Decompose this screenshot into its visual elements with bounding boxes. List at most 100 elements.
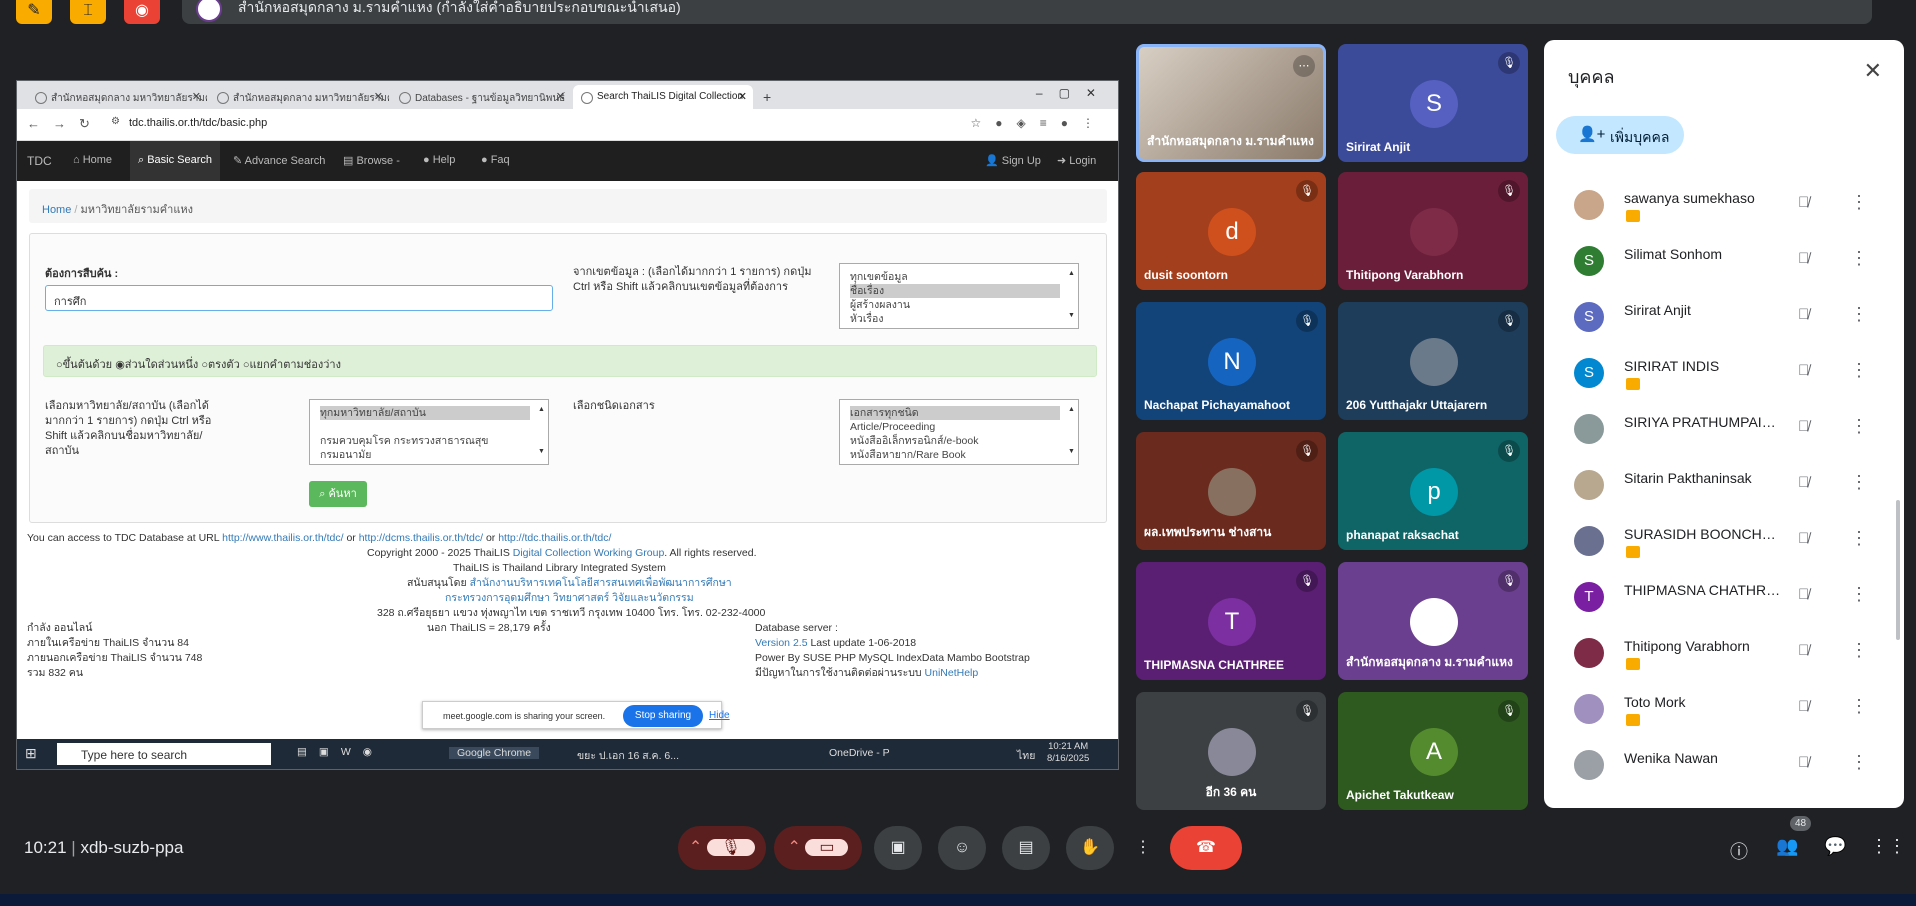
url-field[interactable]: tdc.thailis.or.th/tdc/basic.php [129,117,267,129]
scrollbar[interactable]: ▲ ▼ [1068,267,1076,328]
participant-tile[interactable]: N 🎙 Nachapat Pichayamahoot [1136,302,1326,420]
participant-tile[interactable]: S 🎙 Sirirat Anjit [1338,44,1528,162]
taskbar-search[interactable]: Type here to search [57,743,271,765]
annotate-icon[interactable]: ✎ [16,0,52,24]
more-options-icon[interactable]: ⋮ [1850,360,1868,381]
close-icon[interactable]: ✕ [192,90,201,103]
radio-contains[interactable]: ◉ส่วนใดส่วนหนึ่ง [115,359,198,371]
site-info-icon[interactable]: ⚙ [111,116,120,127]
people-row[interactable]: S Silimat Sonhom 🎙̸ ⋮ [1544,232,1888,288]
record-icon[interactable]: ◉ [124,0,160,24]
browser-tab[interactable]: สำนักหอสมุดกลาง มหาวิทยาลัยรามคำ ✕ [27,85,207,109]
participant-tile[interactable]: 🎙 206 Yutthajakr Uttajarern [1338,302,1528,420]
mic-button[interactable]: ⌃ 🎙 [678,826,766,870]
people-row[interactable]: S Sirirat Anjit 🎙̸ ⋮ [1544,288,1888,344]
emoji-icon[interactable]: ☺ [938,826,986,870]
search-button[interactable]: ⌕ ค้นหา [309,481,367,507]
scrollbar[interactable] [1896,500,1900,640]
more-options-icon[interactable]: ⋯ [1293,55,1315,77]
raise-hand-icon[interactable]: ✋ [1066,826,1114,870]
scrollbar[interactable]: ▲ ▼ [1068,403,1076,464]
hide-link[interactable]: Hide [709,710,730,721]
more-options-icon[interactable]: ⋮ [1850,584,1868,605]
pinned-app-icons[interactable]: ▤▣W◉ [297,746,384,758]
browser-tab[interactable]: Databases - ฐานข้อมูลวิทยานิพนธ์ ✕ [391,85,571,109]
people-icon[interactable]: 👥 [1776,836,1798,857]
back-icon[interactable]: ← [27,116,40,131]
copyright-link[interactable]: Digital Collection Working Group [513,547,665,559]
radio-exact[interactable]: ○ตรงตัว [201,359,239,371]
participant-tile[interactable]: T 🎙 THIPMASNA CHATHREE [1136,562,1326,680]
people-row[interactable]: sawanya sumekhaso 🎙̸ ⋮ [1544,176,1888,232]
footer-link[interactable]: http://dcms.thailis.or.th/tdc/ [359,532,483,544]
people-row[interactable]: S SIRIRAT INDIS 🎙̸ ⋮ [1544,344,1888,400]
more-options-icon[interactable]: ⋮ [1850,752,1868,773]
taskbar-doc[interactable]: ขยะ ป.เอก 16 ส.ค. 6... [577,747,679,764]
people-row[interactable]: SIRIYA PRATHUMPAISAN 🎙̸ ⋮ [1544,400,1888,456]
nav-browse[interactable]: ▤ Browse - [343,154,400,167]
camera-button[interactable]: ⌃ ▭ [774,826,862,870]
participant-tile[interactable]: ⋯ สำนักหอสมุดกลาง ม.รามคำแหง [1136,44,1326,162]
participant-tile[interactable]: 🎙 Thitipong Varabhorn [1338,172,1528,290]
people-row[interactable]: Toto Mork 🎙̸ ⋮ [1544,680,1888,736]
participant-tile[interactable]: 🎙 ผล.เทพประทาน ช่างสาน [1136,432,1326,550]
close-icon[interactable]: ✕ [1864,58,1882,84]
doctype-select[interactable]: เอกสารทุกชนิด Article/Proceeding หนังสือ… [839,399,1079,465]
more-options-icon[interactable]: ⋮ [1850,248,1868,269]
ministry-link[interactable]: กระทรวงการอุดมศึกษา วิทยาศาสตร์ วิจัยและ… [445,591,694,607]
people-row[interactable]: Thitipong Varabhorn 🎙̸ ⋮ [1544,624,1888,680]
people-row[interactable]: SURASIDH BOONCHUN... 🎙̸ ⋮ [1544,512,1888,568]
footer-link[interactable]: http://tdc.thailis.or.th/tdc/ [498,532,611,544]
radio-prefix[interactable]: ○ขึ้นต้นด้วย [56,359,112,371]
leave-call-button[interactable]: ☎ [1170,826,1242,870]
close-icon[interactable]: ✕ [374,90,383,103]
more-options-icon[interactable]: ⋮ [1130,826,1156,870]
participant-tile[interactable]: 🎙 อีก 36 คน [1136,692,1326,810]
extension-icons[interactable]: ☆●◈≡●⋮ [971,116,1108,130]
footer-link[interactable]: http://www.thailis.or.th/tdc/ [222,532,343,544]
radio-split[interactable]: ○แยกคำตามช่องว่าง [243,359,341,371]
present-icon[interactable]: ▣ [874,826,922,870]
people-row[interactable]: Sitarin Pakthaninsak 🎙̸ ⋮ [1544,456,1888,512]
info-icon[interactable]: ⓘ [1730,838,1748,864]
activities-icon[interactable]: ⋮⋮ [1870,836,1906,857]
nav-help[interactable]: ● Help [423,154,455,166]
close-icon[interactable]: ✕ [738,90,747,103]
taskbar-onedrive[interactable]: OneDrive - P [829,747,890,759]
chat-icon[interactable]: 💬 [1824,836,1846,857]
nav-login[interactable]: ➜ Login [1057,154,1096,167]
more-options-icon[interactable]: ⋮ [1850,472,1868,493]
new-tab-icon[interactable]: + [755,89,779,109]
participant-tile[interactable]: d 🎙 dusit soontorn [1136,172,1326,290]
more-options-icon[interactable]: ⋮ [1850,304,1868,325]
more-options-icon[interactable]: ⋮ [1850,528,1868,549]
institution-select[interactable]: ทุกมหาวิทยาลัย/สถาบัน กรมควบคุมโรค กระทร… [309,399,549,465]
search-input[interactable]: การศึก [45,285,553,311]
forward-icon[interactable]: → [53,116,66,131]
people-row[interactable]: Wenika Nawan 🎙̸ ⋮ [1544,736,1888,792]
add-people-button[interactable]: 👤+ เพิ่มบุคคล [1556,116,1684,154]
more-options-icon[interactable]: ⋮ [1850,416,1868,437]
taskbar-chrome[interactable]: Google Chrome [449,747,540,759]
more-options-icon[interactable]: ⋮ [1850,640,1868,661]
window-controls[interactable]: –▢✕ [1036,86,1112,100]
captions-icon[interactable]: ▤ [1002,826,1050,870]
participant-tile[interactable]: p 🎙 phanapat raksachat [1338,432,1528,550]
windows-icon[interactable]: ⊞ [25,745,37,762]
participant-tile[interactable]: 🎙 สำนักหอสมุดกลาง ม.รามคำแหง [1338,562,1528,680]
browser-tab-active[interactable]: Search ThaiLIS Digital Collection ✕ [573,85,753,109]
pen-icon[interactable]: ⌶ [70,0,106,24]
breadcrumb-home[interactable]: Home [42,204,71,216]
more-options-icon[interactable]: ⋮ [1850,696,1868,717]
nav-faq[interactable]: ● Faq [481,154,510,166]
people-row[interactable]: T THIPMASNA CHATHREE 🎙̸ ⋮ [1544,568,1888,624]
stop-sharing-button[interactable]: Stop sharing [623,705,703,727]
close-icon[interactable]: ✕ [556,90,565,103]
field-select[interactable]: ทุกเขตข้อมูล ชื่อเรื่อง ผู้สร้างผลงาน หั… [839,263,1079,329]
nav-home[interactable]: ⌂ Home [73,154,112,166]
nav-signup[interactable]: 👤 Sign Up [985,154,1041,167]
nav-advance-search[interactable]: ✎ Advance Search [233,154,325,167]
brand[interactable]: TDC [27,154,52,168]
reload-icon[interactable]: ↻ [79,116,90,132]
participant-tile[interactable]: A 🎙 Apichet Takutkeaw [1338,692,1528,810]
